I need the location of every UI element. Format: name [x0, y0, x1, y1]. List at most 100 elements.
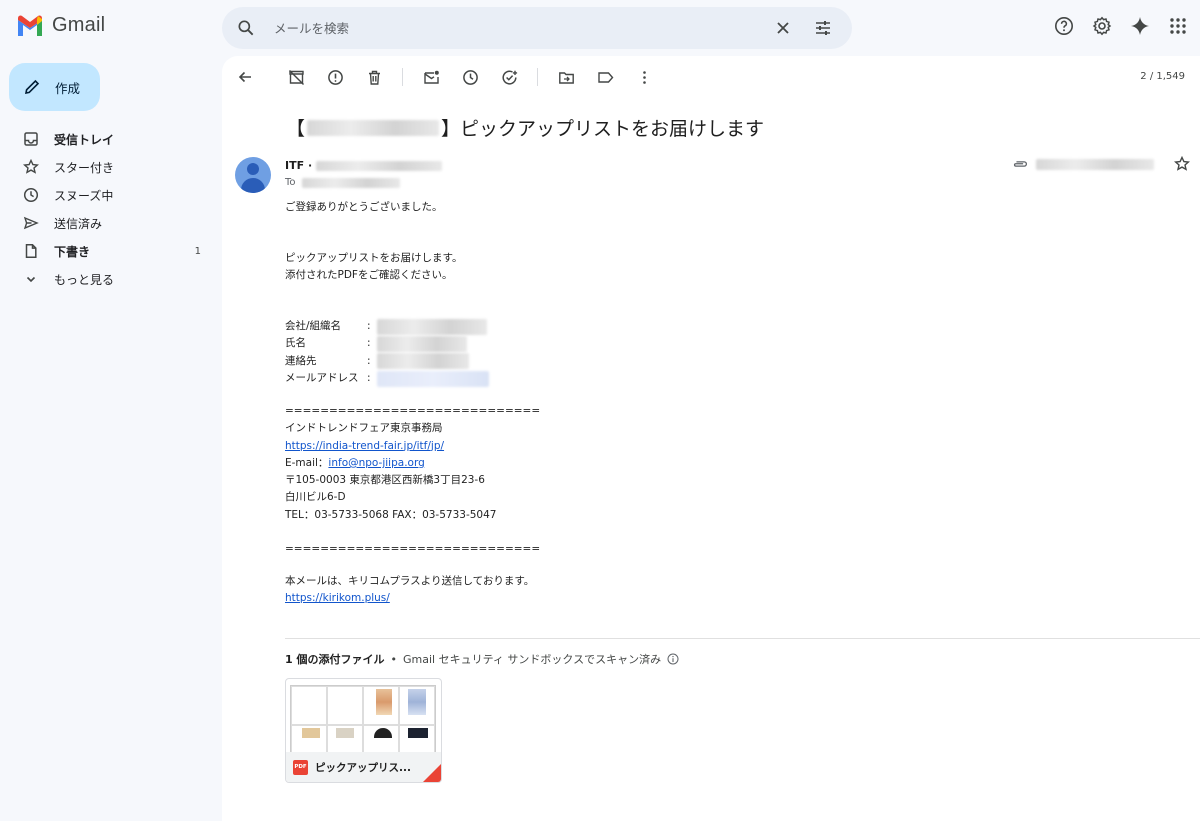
sidebar-item-label: 下書き	[54, 244, 91, 259]
search-icon[interactable]	[236, 18, 256, 38]
sidebar-nav: 受信トレイ スター付き スヌーズ中 送信済み 下書き 1 もっと見る	[0, 125, 216, 293]
sidebar-item-label: もっと見る	[54, 272, 115, 287]
signature-block: ============================= インドトレンドフェア…	[285, 403, 540, 558]
pdf-icon: PDF	[293, 759, 308, 775]
report-spam-button[interactable]	[324, 66, 346, 88]
star-icon[interactable]	[1174, 156, 1190, 172]
app-name: Gmail	[52, 14, 106, 36]
sender-name[interactable]: ITF ·	[285, 159, 312, 172]
scan-note: Gmail セキュリティ サンドボックスでスキャン済み	[402, 653, 662, 666]
registration-fields: 会社/組織名 : 氏名 : 連絡先 : メールアドレス :	[285, 318, 489, 387]
field-row: 会社/組織名 :	[285, 318, 489, 335]
field-row: 連絡先 :	[285, 353, 489, 370]
subject-prefix: 【	[286, 118, 306, 140]
sparkle-icon	[1131, 17, 1149, 35]
compose-button[interactable]: 作成	[9, 63, 100, 111]
redacted-text	[377, 370, 489, 387]
field-label: 会社/組織名	[285, 320, 342, 332]
field-label: 連絡先	[285, 354, 317, 367]
footer-link[interactable]: https://kirikom.plus/	[285, 592, 390, 604]
signature-building: 白川ビル6-D	[285, 491, 346, 504]
field-colon: :	[367, 371, 371, 384]
clock-icon	[462, 69, 478, 85]
gmail-m-icon	[18, 14, 42, 36]
toolbar-divider	[402, 68, 403, 86]
email-greeting: ご登録ありがとうございました。	[285, 201, 443, 213]
sidebar-item-starred[interactable]: スター付き	[0, 153, 216, 181]
more-options-button[interactable]	[633, 66, 655, 88]
report-icon	[327, 69, 343, 85]
attachment-footer: PDF ピックアップリス...	[286, 752, 441, 782]
email-intro: ピックアップリストをお届けします。 添付されたPDFをご確認ください。	[285, 250, 462, 285]
sidebar-item-sent[interactable]: 送信済み	[0, 209, 216, 237]
search-bar	[222, 7, 852, 49]
tune-icon	[816, 21, 830, 35]
attachment-card[interactable]: PDF ピックアップリス...	[285, 678, 442, 783]
sidebar-item-more[interactable]: もっと見る	[0, 265, 216, 293]
unsubscribe-button[interactable]	[285, 66, 307, 88]
star-icon	[22, 158, 40, 176]
avatar[interactable]	[235, 157, 271, 193]
attachments-header: 1 個の添付ファイル • Gmail セキュリティ サンドボックスでスキャン済み	[285, 651, 679, 667]
separator-line: =============================	[285, 543, 541, 556]
message-meta	[1012, 156, 1190, 172]
field-colon: :	[367, 354, 371, 367]
footer-note: 本メールは、キリコムプラスより送信しております。	[285, 575, 535, 587]
apps-grid-icon	[1170, 18, 1186, 34]
info-icon[interactable]	[667, 653, 679, 665]
message-toolbar: 2 / 1,549	[222, 56, 1200, 98]
back-button[interactable]	[234, 66, 256, 88]
signature-email-link[interactable]: info@npo-jiipa.org	[328, 457, 424, 469]
clear-search-button[interactable]	[768, 13, 798, 43]
draft-count: 1	[194, 245, 201, 257]
search-input[interactable]	[274, 20, 758, 36]
snooze-button[interactable]	[459, 66, 481, 88]
redacted-text	[301, 177, 400, 188]
attachments-divider	[285, 638, 1200, 639]
signature-email-line: E-mail：info@npo-jiipa.org	[285, 455, 540, 472]
intro-line: 添付されたPDFをご確認ください。	[285, 269, 453, 282]
signature-phone: TEL：03-5733-5068 FAX：03-5733-5047	[285, 508, 497, 521]
delete-button[interactable]	[363, 66, 385, 88]
subject-text: 】ピックアップリストをお届けします	[441, 118, 765, 140]
move-to-button[interactable]	[555, 66, 577, 88]
more-vert-icon	[642, 70, 646, 84]
task-add-icon	[501, 70, 517, 85]
attachment-name: ピックアップリス...	[315, 761, 411, 774]
close-icon	[777, 22, 789, 34]
inbox-icon	[22, 130, 40, 148]
redacted-text	[377, 318, 487, 335]
sidebar-item-label: 受信トレイ	[54, 132, 115, 147]
sidebar-item-drafts[interactable]: 下書き 1	[0, 237, 216, 265]
field-colon: :	[367, 320, 371, 332]
signature-url-link[interactable]: https://india-trend-fair.jp/itf/jp/	[285, 440, 444, 452]
clock-icon	[22, 186, 40, 204]
sidebar-item-inbox[interactable]: 受信トレイ	[0, 125, 216, 153]
recipient-line: To	[285, 177, 400, 188]
help-button[interactable]	[1052, 14, 1076, 38]
mark-unread-button[interactable]	[420, 66, 442, 88]
sidebar-item-snoozed[interactable]: スヌーズ中	[0, 181, 216, 209]
signature-org: インドトレンドフェア東京事務局	[285, 422, 443, 435]
mail-unread-icon	[423, 70, 439, 84]
gmail-logo[interactable]: Gmail	[16, 14, 105, 37]
help-icon	[1055, 17, 1073, 35]
to-label: To	[285, 177, 296, 188]
redacted-text	[377, 353, 469, 370]
search-options-button[interactable]	[808, 13, 838, 43]
message-view: 2 / 1,549 【 】ピックアップリストをお届けします ITF · To ご…	[222, 56, 1200, 821]
redacted-text	[1036, 158, 1154, 170]
gear-icon	[1092, 16, 1112, 36]
settings-button[interactable]	[1090, 14, 1114, 38]
add-task-button[interactable]	[498, 66, 520, 88]
gemini-button[interactable]	[1128, 14, 1152, 38]
sidebar-item-label: スター付き	[54, 160, 115, 175]
toolbar-divider	[537, 68, 538, 86]
archive-off-icon	[288, 69, 304, 85]
apps-button[interactable]	[1166, 14, 1190, 38]
arrow-back-icon	[238, 71, 251, 83]
redacted-text	[307, 119, 440, 136]
email-label: E-mail：	[285, 456, 329, 469]
folder-move-icon	[558, 71, 574, 84]
label-button[interactable]	[594, 66, 616, 88]
